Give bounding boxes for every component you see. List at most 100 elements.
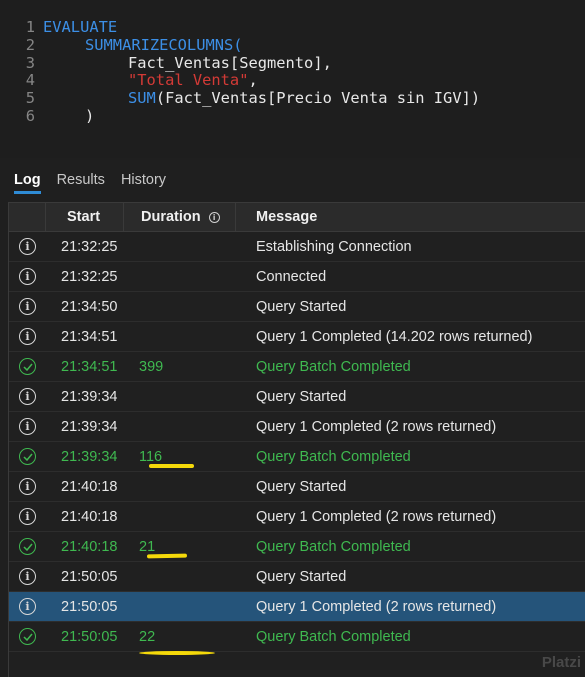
table-row[interactable]: i 21:50:05 Query 1 Completed (2 rows retur…: [9, 592, 585, 622]
header-duration-label: Duration: [141, 209, 201, 225]
table-row[interactable]: 21:34:51 399 Query Batch Completed: [9, 352, 585, 382]
check-circle-icon: [19, 358, 36, 375]
table-row[interactable]: 21:40:18 21 Query Batch Completed: [9, 532, 585, 562]
start-time-cell: 21:50:05: [61, 568, 118, 585]
table-row[interactable]: i 21:34:50 Query Started: [9, 292, 585, 322]
message-cell: Query Started: [256, 388, 347, 405]
highlight-underline: [146, 553, 188, 558]
message-cell: Query 1 Completed (2 rows returned): [256, 418, 497, 435]
duration-value: 399: [139, 358, 164, 375]
highlight-underline: [149, 463, 194, 468]
tab-results[interactable]: Results: [57, 158, 105, 202]
row-icon-cell: i: [9, 592, 46, 621]
table-row[interactable]: i 21:40:18 Query 1 Completed (2 rows retur…: [9, 502, 585, 532]
keyword-evaluate: EVALUATE: [43, 17, 118, 36]
check-circle-icon: [19, 628, 36, 645]
duration-value: 116: [139, 449, 194, 468]
message-cell: Query Batch Completed: [256, 448, 411, 465]
line-number: 1: [25, 17, 35, 36]
line-number: 6: [25, 106, 35, 125]
info-circle-icon: i: [19, 478, 36, 495]
output-tabs: Log Results History: [0, 158, 585, 202]
info-circle-icon: i: [19, 298, 36, 315]
info-circle-icon: i: [19, 568, 36, 585]
column-reference: Fact_Ventas[Segmento],: [128, 53, 332, 72]
line-number: 5: [25, 89, 35, 108]
row-icon-cell: i: [9, 382, 46, 411]
row-icon-cell: [9, 352, 46, 381]
table-row[interactable]: i 21:32:25 Connected: [9, 262, 585, 292]
dax-query-editor[interactable]: 1 EVALUATE 2 SUMMARIZECOLUMNS( 3 Fact_Ve…: [0, 0, 585, 158]
code-line-6: 6 ): [0, 107, 585, 125]
header-message[interactable]: Message: [236, 203, 585, 231]
header-icon-column: [9, 203, 46, 231]
row-icon-cell: i: [9, 292, 46, 321]
duration-cell: [124, 262, 236, 291]
duration-cell: [124, 322, 236, 351]
table-row[interactable]: 21:39:34 116 Query Batch Completed: [9, 442, 585, 472]
start-time-cell: 21:34:51: [61, 358, 118, 375]
log-table: Start Duration i Message i 21:32:25 Establ…: [8, 202, 585, 677]
duration-value: 22: [139, 629, 215, 655]
start-time-cell: 21:39:34: [61, 448, 118, 465]
line-number: 2: [25, 35, 35, 54]
info-icon[interactable]: i: [208, 211, 220, 223]
code-line-4: 4 "Total Venta",: [0, 71, 585, 89]
sum-argument: (Fact_Ventas[Precio Venta sin IGV]): [155, 89, 481, 108]
row-icon-cell: i: [9, 412, 46, 441]
table-row[interactable]: i 21:50:05 Query Started: [9, 562, 585, 592]
tab-history[interactable]: History: [121, 158, 166, 202]
message-cell: Query 1 Completed (2 rows returned): [256, 598, 497, 615]
duration-cell: [124, 292, 236, 321]
duration-cell: 399: [124, 352, 236, 381]
row-icon-cell: i: [9, 502, 46, 531]
start-time-cell: 21:39:34: [61, 418, 118, 435]
table-body: i 21:32:25 Establishing Connection i 21:32:2…: [9, 232, 585, 655]
duration-cell: [124, 592, 236, 621]
table-row[interactable]: 21:50:05 22 Query Batch Completed: [9, 622, 585, 655]
table-row[interactable]: i 21:40:18 Query Started: [9, 472, 585, 502]
row-icon-cell: [9, 442, 46, 471]
start-time-cell: 21:32:25: [61, 238, 118, 255]
string-literal: "Total Venta": [128, 71, 249, 90]
table-row[interactable]: i 21:32:25 Establishing Connection: [9, 232, 585, 262]
highlight-underline: [139, 650, 215, 655]
start-time-cell: 21:40:18: [61, 538, 118, 555]
message-cell: Query 1 Completed (2 rows returned): [256, 508, 497, 525]
table-row[interactable]: i 21:39:34 Query Started: [9, 382, 585, 412]
line-number: 4: [25, 71, 35, 90]
table-row[interactable]: i 21:39:34 Query 1 Completed (2 rows retur…: [9, 412, 585, 442]
tab-log[interactable]: Log: [14, 158, 41, 202]
info-circle-icon: i: [19, 418, 36, 435]
message-cell: Connected: [256, 268, 327, 285]
duration-cell: 21: [124, 532, 236, 561]
duration-cell: 116: [124, 442, 236, 471]
duration-cell: [124, 472, 236, 501]
code-line-1: 1 EVALUATE: [0, 18, 585, 36]
watermark-logo: Platzi: [541, 654, 581, 671]
closing-paren: ): [85, 106, 95, 125]
duration-cell: 22: [124, 622, 236, 655]
message-cell: Query Batch Completed: [256, 538, 411, 555]
message-cell: Query Started: [256, 478, 347, 495]
check-circle-icon: [19, 538, 36, 555]
start-time-cell: 21:34:50: [61, 298, 118, 315]
header-start[interactable]: Start: [46, 203, 124, 231]
start-time-cell: 21:40:18: [61, 478, 118, 495]
start-time-cell: 21:50:05: [61, 628, 118, 645]
duration-cell: [124, 232, 236, 261]
message-cell: Query Started: [256, 298, 347, 315]
start-time-cell: 21:50:05: [61, 598, 118, 615]
message-cell: Establishing Connection: [256, 238, 412, 255]
row-icon-cell: i: [9, 262, 46, 291]
duration-cell: [124, 412, 236, 441]
start-time-cell: 21:32:25: [61, 268, 118, 285]
header-duration[interactable]: Duration i: [124, 203, 236, 231]
keyword-summarizecolumns: SUMMARIZECOLUMNS(: [85, 35, 243, 54]
table-row[interactable]: i 21:34:51 Query 1 Completed (14.202 rows …: [9, 322, 585, 352]
check-circle-icon: [19, 448, 36, 465]
row-icon-cell: i: [9, 562, 46, 591]
info-circle-icon: i: [19, 388, 36, 405]
start-time-cell: 21:40:18: [61, 508, 118, 525]
info-circle-icon: i: [19, 508, 36, 525]
